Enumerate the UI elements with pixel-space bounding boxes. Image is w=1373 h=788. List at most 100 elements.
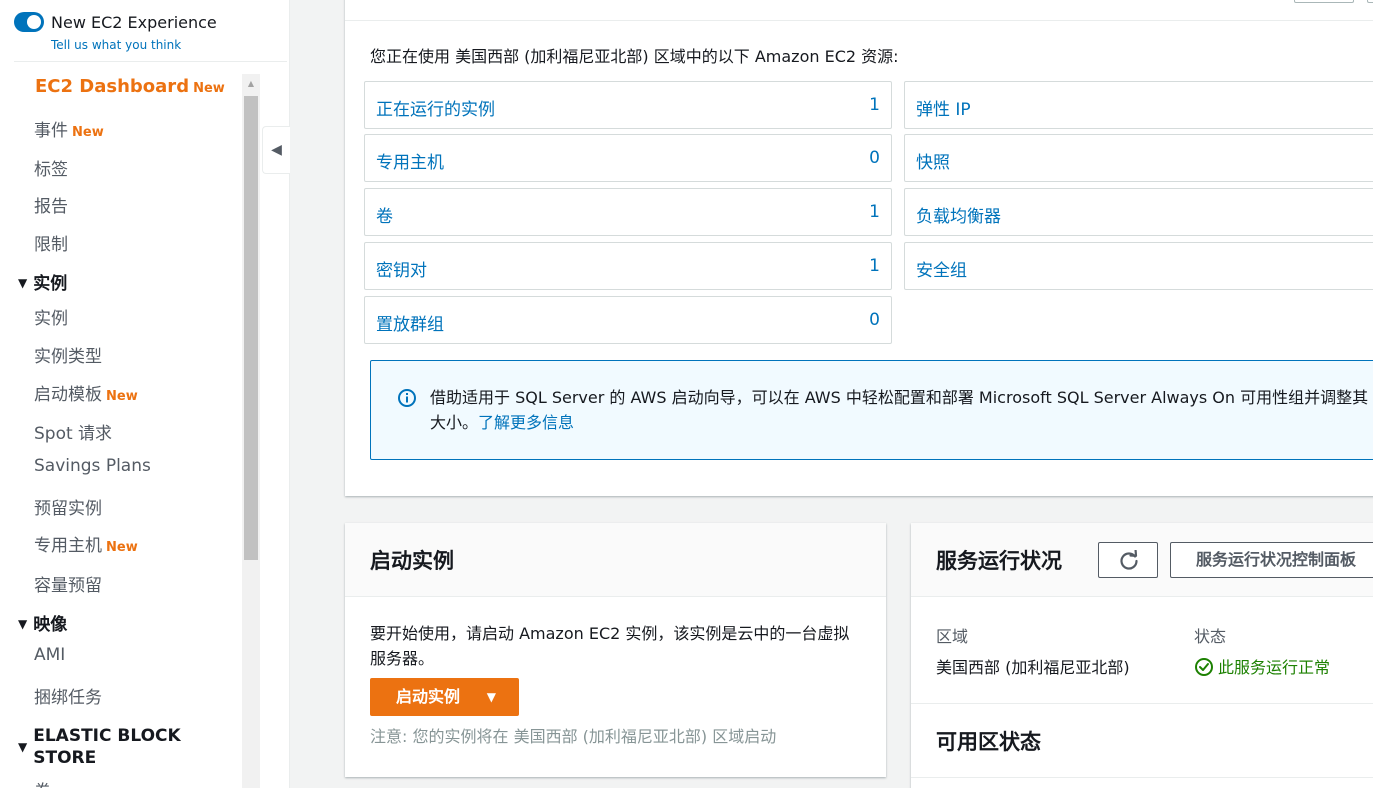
sidebar-item-savings-plans[interactable]: Savings Plans (34, 456, 151, 476)
sidebar-section-images[interactable]: ▼ 映像 (18, 613, 67, 636)
status-value: 此服务运行正常 (1194, 654, 1330, 678)
resource-count: 0 (869, 148, 880, 168)
resource-label: 置放群组 (376, 315, 444, 335)
sidebar-nav: EC2 Dashboard New 事件 New 标签 报告 限制 ▼ 实例 实例 实… (0, 72, 240, 788)
launch-region-note: 注意: 您的实例将在 美国西部 (加利福尼亚北部) 区域启动 (370, 727, 777, 746)
resource-tile-snapshots[interactable]: 快照 (904, 134, 1373, 182)
health-card-header: 服务运行状况 服务运行状况控制面板 (911, 523, 1373, 597)
resource-tile-dedicated-hosts[interactable]: 专用主机 0 (364, 134, 892, 182)
sidebar-item-capacity-reservations[interactable]: 容量预留 (34, 571, 102, 596)
new-badge: New (106, 389, 138, 404)
resources-header-divider (345, 20, 1373, 21)
sidebar-item-label: 卷 (34, 782, 51, 788)
info-text: 借助适用于 SQL Server 的 AWS 启动向导，可以在 AWS 中轻松配… (430, 385, 1370, 435)
resources-intro: 您正在使用 美国西部 (加利福尼亚北部) 区域中的以下 Amazon EC2 资… (370, 47, 899, 66)
sql-server-info-alert: 借助适用于 SQL Server 的 AWS 启动向导，可以在 AWS 中轻松配… (370, 360, 1373, 460)
resource-count: 1 (869, 202, 880, 222)
sidebar-item-bundle-tasks[interactable]: 捆绑任务 (34, 683, 102, 708)
resource-tile-key-pairs[interactable]: 密钥对 1 (364, 242, 892, 290)
sidebar-item-label: 专用主机 (34, 536, 102, 556)
section-label: 实例 (33, 274, 68, 294)
resources-header-button-secondary[interactable] (1367, 0, 1373, 3)
sidebar-item-dedicated-hosts[interactable]: 专用主机 New (34, 531, 138, 556)
resource-tile-volumes[interactable]: 卷 1 (364, 188, 892, 236)
sidebar-item-volumes[interactable]: 卷 (34, 777, 51, 788)
resource-tile-elastic-ips[interactable]: 弹性 IP (904, 81, 1373, 129)
feedback-link[interactable]: Tell us what you think (51, 38, 181, 52)
resource-label: 负载均衡器 (916, 207, 1001, 227)
launch-instance-button[interactable]: 启动实例 ▼ (370, 678, 519, 716)
sidebar-item-instances[interactable]: 实例 (34, 304, 68, 329)
service-health-dashboard-button[interactable]: 服务运行状况控制面板 (1170, 542, 1373, 578)
health-divider (911, 703, 1373, 704)
new-experience-toggle[interactable] (14, 12, 44, 32)
new-badge: New (193, 81, 225, 96)
new-badge: New (106, 540, 138, 555)
sidebar-item-events[interactable]: 事件 New (34, 116, 104, 141)
caret-left-icon: ◀ (271, 142, 282, 158)
scrollbar-thumb[interactable] (244, 96, 258, 560)
sidebar-section-instances[interactable]: ▼ 实例 (18, 272, 67, 295)
resource-tile-load-balancers[interactable]: 负载均衡器 (904, 188, 1373, 236)
sidebar-item-label: 标签 (34, 160, 68, 180)
resource-count: 1 (869, 256, 880, 276)
refresh-icon (1120, 550, 1138, 570)
status-label: 状态 (1194, 627, 1227, 646)
resources-header-button[interactable] (1294, 0, 1354, 3)
sidebar: New EC2 Experience Tell us what you thin… (0, 0, 290, 788)
sidebar-item-ec2-dashboard[interactable]: EC2 Dashboard New (35, 76, 225, 97)
az-status-title: 可用区状态 (936, 730, 1041, 754)
sidebar-divider (14, 61, 287, 62)
sidebar-item-spot-requests[interactable]: Spot 请求 (34, 419, 112, 444)
sidebar-item-label: 启动模板 (34, 385, 102, 405)
sidebar-item-limits[interactable]: 限制 (34, 230, 68, 255)
sidebar-item-label: 容量预留 (34, 576, 102, 596)
resource-tile-security-groups[interactable]: 安全组 (904, 242, 1373, 290)
scroll-up-arrow-icon[interactable]: ▲ (242, 74, 260, 92)
new-badge: New (72, 125, 104, 140)
sidebar-item-label: 事件 (34, 121, 68, 141)
health-card-title: 服务运行状况 (936, 549, 1062, 573)
resource-label: 专用主机 (376, 153, 444, 173)
sidebar-scrollbar[interactable]: ▲ (242, 74, 260, 788)
section-label: ELASTIC BLOCK STORE (33, 725, 180, 769)
region-value: 美国西部 (加利福尼亚北部) (936, 658, 1130, 677)
toggle-knob (27, 15, 41, 29)
collapse-sidebar-button[interactable]: ◀ (262, 126, 290, 174)
sidebar-item-label: 报告 (34, 197, 68, 217)
launch-button-label: 启动实例 (396, 687, 461, 706)
launch-card-header: 启动实例 (345, 523, 886, 597)
sidebar-item-label: Savings Plans (34, 456, 151, 476)
section-label-line2: STORE (33, 748, 97, 768)
sidebar-item-instance-types[interactable]: 实例类型 (34, 342, 102, 367)
caret-down-icon: ▼ (18, 276, 28, 290)
resource-count: 1 (869, 95, 880, 115)
sidebar-item-ami[interactable]: AMI (34, 645, 65, 665)
sidebar-item-label: EC2 Dashboard (35, 76, 190, 97)
sidebar-item-label: 捆绑任务 (34, 688, 102, 708)
sidebar-item-launch-templates[interactable]: 启动模板 New (34, 380, 138, 405)
sidebar-section-ebs[interactable]: ▼ ELASTIC BLOCK STORE (18, 725, 181, 769)
resource-label: 快照 (916, 153, 950, 173)
learn-more-link[interactable]: 了解更多信息 (478, 413, 574, 432)
resources-card: 您正在使用 美国西部 (加利福尼亚北部) 区域中的以下 Amazon EC2 资… (345, 0, 1373, 496)
sidebar-item-label: AMI (34, 645, 66, 665)
resource-tile-placement-groups[interactable]: 置放群组 0 (364, 296, 892, 344)
resource-tile-running-instances[interactable]: 正在运行的实例 1 (364, 81, 892, 129)
sidebar-item-label: 预留实例 (34, 499, 102, 519)
check-circle-icon (1195, 658, 1213, 676)
new-experience-label: New EC2 Experience (51, 13, 217, 32)
sidebar-item-reserved-instances[interactable]: 预留实例 (34, 494, 102, 519)
sidebar-item-reports[interactable]: 报告 (34, 192, 68, 217)
resource-label: 密钥对 (376, 261, 427, 281)
sidebar-item-tags[interactable]: 标签 (34, 155, 68, 180)
caret-down-icon: ▼ (18, 740, 28, 754)
dropdown-caret-icon: ▼ (486, 690, 496, 704)
resource-count: 0 (869, 310, 880, 330)
sidebar-item-label: 实例类型 (34, 347, 102, 367)
status-text: 此服务运行正常 (1218, 658, 1331, 677)
service-health-card: 服务运行状况 服务运行状况控制面板 区域 美国西部 (加利福尼亚北部) 状态 此… (911, 523, 1373, 788)
refresh-button[interactable] (1098, 542, 1158, 578)
sidebar-item-label: Spot 请求 (34, 424, 113, 444)
launch-card-title: 启动实例 (370, 549, 454, 573)
